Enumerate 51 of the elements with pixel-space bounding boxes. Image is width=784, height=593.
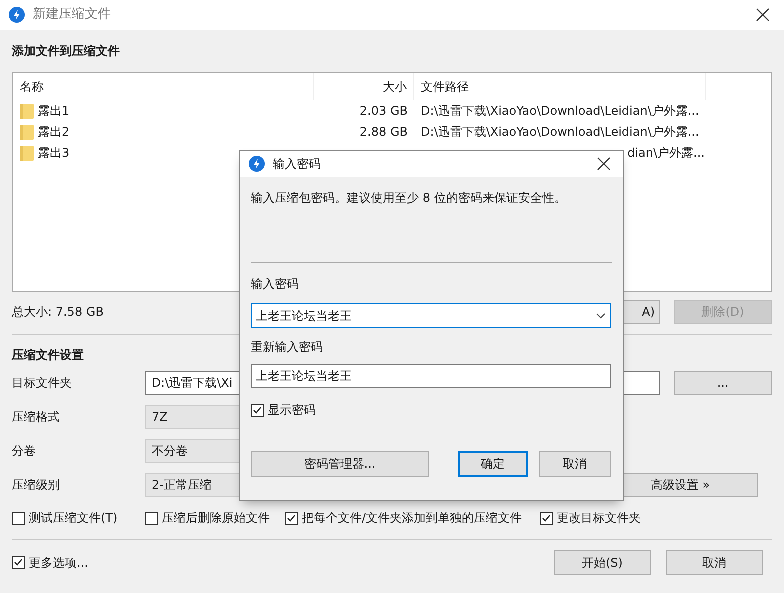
window-title: 新建压缩文件 xyxy=(33,6,112,24)
file-name: 露出1 xyxy=(38,102,70,120)
checkbox-label[interactable]: 显示密码 xyxy=(268,401,316,419)
checkbox-label[interactable]: 压缩后删除原始文件 xyxy=(162,509,270,527)
close-icon[interactable] xyxy=(756,8,770,22)
password-manager-button[interactable]: 密码管理器... xyxy=(251,451,429,477)
dialog-title: 输入密码 xyxy=(273,156,322,173)
checkbox[interactable] xyxy=(540,512,553,524)
checkbox-label[interactable]: 更改目标文件夹 xyxy=(557,509,641,527)
input-field[interactable]: 上老王论坛当老王 xyxy=(251,364,611,388)
cancel-button[interactable]: 取消 xyxy=(666,550,763,575)
folder-icon xyxy=(20,144,34,160)
folder-icon xyxy=(20,124,34,140)
checkbox[interactable] xyxy=(285,512,298,524)
file-path: D:\迅雷下载\XiaoYao\Download\Leidian\户外露... xyxy=(421,102,700,120)
close-icon[interactable] xyxy=(597,157,611,171)
dialog-message: 输入压缩包密码。建议使用至少 8 位的密码来保证安全性。 xyxy=(251,190,568,207)
file-size: 2.03 GB xyxy=(360,102,408,120)
total-size: 总大小: 7.58 GB xyxy=(12,304,104,321)
file-name: 露出2 xyxy=(38,124,70,140)
app-logo-icon xyxy=(249,156,265,172)
checkbox-label[interactable]: 测试压缩文件(T) xyxy=(29,509,118,527)
password-combo[interactable]: 上老王论坛当老王 xyxy=(251,303,611,328)
app-logo-icon xyxy=(9,7,25,23)
field-label: 压缩格式 xyxy=(12,409,61,426)
start-button[interactable]: 开始(S) xyxy=(554,550,651,575)
checkbox[interactable] xyxy=(12,556,25,569)
section-heading: 添加文件到压缩文件 xyxy=(12,43,121,59)
field-label: 分卷 xyxy=(12,443,37,460)
file-name: 露出3 xyxy=(38,144,70,162)
checkbox[interactable] xyxy=(12,512,25,524)
column-header[interactable]: 名称 xyxy=(13,73,314,100)
checkbox[interactable] xyxy=(251,404,264,416)
column-header[interactable]: 大小 xyxy=(314,73,414,100)
password-value: 上老王论坛当老王 xyxy=(256,308,353,324)
browse-button[interactable]: ... xyxy=(674,371,772,395)
cancel-button[interactable]: 取消 xyxy=(539,451,611,477)
checkbox-label[interactable]: 更多选项... xyxy=(29,554,88,572)
field-label: 压缩级别 xyxy=(12,477,61,494)
file-path: D:\迅雷下载\XiaoYao\Download\Leidian\户外露... xyxy=(421,124,700,140)
column-header[interactable]: 文件路径 xyxy=(414,73,706,100)
ok-button[interactable]: 确定 xyxy=(458,451,528,477)
field-label: 输入密码 xyxy=(251,276,300,293)
chevron-down-icon[interactable] xyxy=(596,312,606,318)
file-size: 2.88 GB xyxy=(360,124,408,140)
checkbox-label[interactable]: 把每个文件/文件夹添加到单独的压缩文件 xyxy=(302,509,522,527)
folder-icon xyxy=(20,102,34,118)
field-label: 目标文件夹 xyxy=(12,375,73,392)
field-label: 重新输入密码 xyxy=(251,339,324,356)
checkbox[interactable] xyxy=(145,512,158,524)
file-path: dian\户外露... xyxy=(628,144,705,162)
